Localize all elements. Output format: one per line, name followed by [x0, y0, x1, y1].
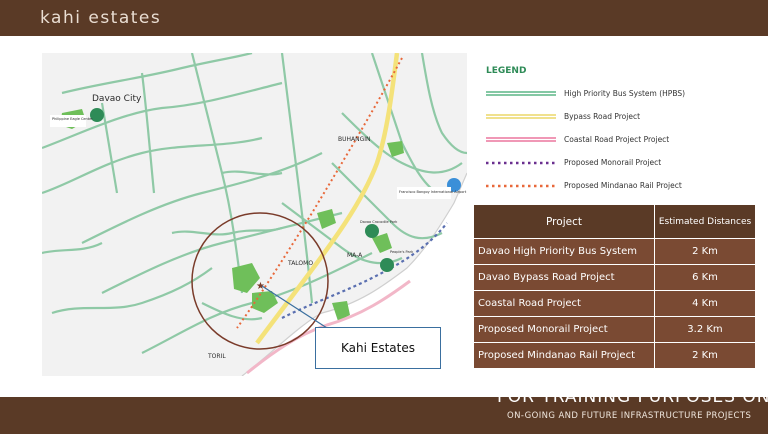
kahi-estates-callout: Kahi Estates	[315, 327, 441, 369]
header-project: Project	[474, 205, 655, 239]
distance-cell: 6 Km	[655, 265, 756, 291]
distance-cell: 2 Km	[655, 239, 756, 265]
crocodile-pin-icon	[365, 224, 379, 238]
table-row: Proposed Monorail Project 3.2 Km	[474, 317, 756, 343]
map-label-maa: MA-A	[347, 252, 363, 259]
footer-caption: ON-GOING AND FUTURE INFRASTRUCTURE PROJE…	[507, 411, 752, 421]
legend-item-monorail: Proposed Monorail Project	[486, 157, 766, 171]
project-cell: Proposed Monorail Project	[474, 317, 655, 343]
legend-label: Bypass Road Project	[564, 112, 641, 121]
legend-item-rail: Proposed Mindanao Rail Project	[486, 180, 766, 194]
legend-label: Proposed Monorail Project	[564, 158, 662, 167]
legend-item-coastal: Coastal Road Project Project	[486, 134, 766, 148]
footer-band: FOR TRAINING PURPOSES ONLY ON-GOING AND …	[0, 397, 768, 434]
map-label-talomo: TALOMO	[287, 260, 313, 267]
table-row: Proposed Mindanao Rail Project 2 Km	[474, 343, 756, 369]
legend-label: Proposed Mindanao Rail Project	[564, 181, 682, 190]
project-cell: Coastal Road Project	[474, 291, 655, 317]
distance-cell: 3.2 Km	[655, 317, 756, 343]
map-label-crocodile-park: Davao Crocodile Park	[360, 220, 398, 224]
map-label-peoples-park: People's Park	[390, 250, 414, 254]
coastal-swatch-icon	[486, 137, 556, 142]
header-distance: Estimated Distances	[655, 205, 756, 239]
distance-table: Project Estimated Distances Davao High P…	[474, 205, 756, 369]
project-cell: Davao High Priority Bus System	[474, 239, 655, 265]
distance-cell: 4 Km	[655, 291, 756, 317]
monorail-swatch-icon	[486, 161, 556, 165]
training-watermark: FOR TRAINING PURPOSES ONLY	[497, 397, 768, 407]
bypass-swatch-icon	[486, 114, 556, 119]
rail-swatch-icon	[486, 184, 556, 188]
table-row: Davao High Priority Bus System 2 Km	[474, 239, 756, 265]
map-label-eagle-center: Philippine Eagle Center	[52, 117, 93, 121]
table-row: Davao Bypass Road Project 6 Km	[474, 265, 756, 291]
legend-item-hpbs: High Priority Bus System (HPBS)	[486, 88, 766, 102]
park-pin-icon	[380, 258, 394, 272]
distance-cell: 2 Km	[655, 343, 756, 369]
brand-title: kahi estates	[40, 8, 162, 28]
map-label-buhangin: BUHANGIN	[338, 136, 371, 143]
header-band: kahi estates	[0, 0, 768, 36]
map-label-airport: Francisco Bangoy International Airport	[399, 190, 467, 194]
table-row: Coastal Road Project 4 Km	[474, 291, 756, 317]
legend-label: High Priority Bus System (HPBS)	[564, 89, 686, 98]
legend-title: LEGEND	[486, 66, 527, 76]
project-cell: Proposed Mindanao Rail Project	[474, 343, 655, 369]
project-cell: Davao Bypass Road Project	[474, 265, 655, 291]
map-label-davao-city: Davao City	[92, 94, 142, 104]
map-label-toril: TORIL	[207, 353, 226, 360]
table-header-row: Project Estimated Distances	[474, 205, 756, 239]
legend-label: Coastal Road Project Project	[564, 135, 670, 144]
legend-item-bypass: Bypass Road Project	[486, 111, 766, 125]
hpbs-swatch-icon	[486, 91, 556, 96]
map-legend: LEGEND High Priority Bus System (HPBS) B…	[484, 64, 764, 199]
